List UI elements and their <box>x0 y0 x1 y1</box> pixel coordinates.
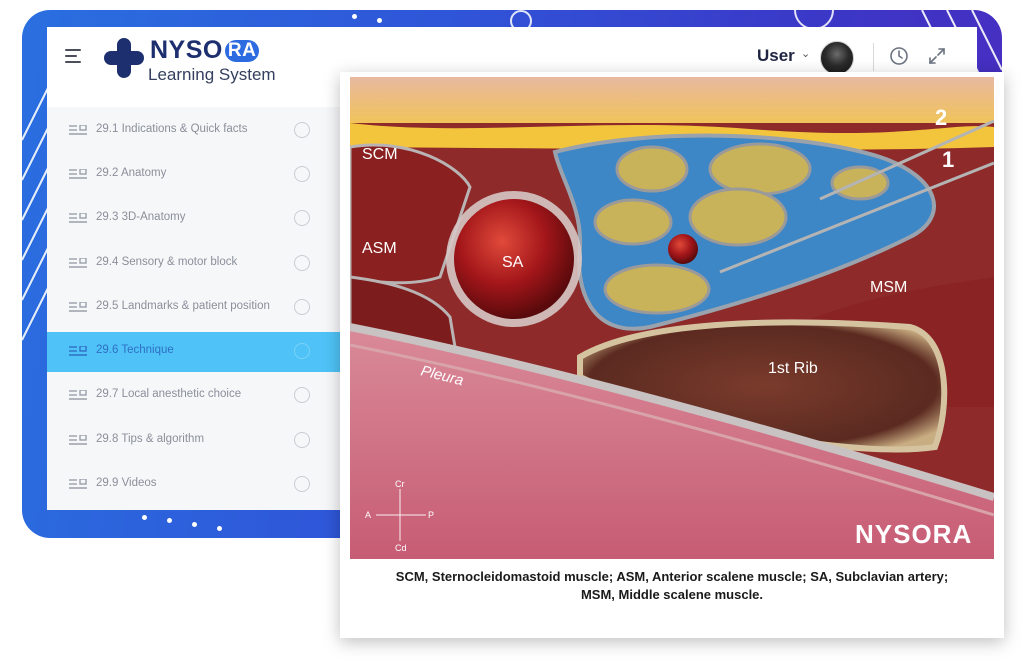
decorative-dot <box>352 14 357 19</box>
decorative-dot <box>377 18 382 23</box>
sidebar-item-label: 29.8 Tips & algorithm <box>96 433 205 445</box>
sidebar-item-label: 29.3 3D-Anatomy <box>96 211 186 223</box>
clock-icon[interactable] <box>889 46 909 66</box>
completion-radio[interactable] <box>294 255 310 271</box>
completion-radio[interactable] <box>294 210 310 226</box>
brand-name: NYSO RA <box>150 36 260 65</box>
sidebar-item-label: 29.1 Indications & Quick facts <box>96 123 248 135</box>
sidebar-item-label: 29.4 Sensory & motor block <box>96 256 238 268</box>
lesson-list-icon <box>69 346 87 356</box>
sidebar-item-label: 29.5 Landmarks & patient position <box>96 300 270 312</box>
label-needle-2: 2 <box>935 105 947 130</box>
chapter-sidebar: 29.1 Indications & Quick facts 29.2 Anat… <box>47 107 340 510</box>
completion-radio[interactable] <box>294 343 310 359</box>
label-rib: 1st Rib <box>768 360 818 377</box>
decorative-dot <box>217 526 222 531</box>
decorative-dot <box>142 515 147 520</box>
sidebar-item-label: 29.2 Anatomy <box>96 167 167 179</box>
lesson-list-icon <box>69 479 87 489</box>
sidebar-item-technique[interactable]: 29.6 Technique <box>47 332 340 372</box>
lesson-list-icon <box>69 125 87 135</box>
sidebar-item-3d-anatomy[interactable]: 29.3 3D-Anatomy <box>47 199 340 239</box>
caption-line-2: MSM, Middle scalene muscle. <box>580 587 764 602</box>
sidebar-item-label: 29.6 Technique <box>96 344 174 356</box>
sidebar-item-local-anesthetic[interactable]: 29.7 Local anesthetic choice <box>47 376 340 416</box>
completion-radio[interactable] <box>294 387 310 403</box>
brand-name-prefix: NYSO <box>150 36 223 64</box>
lesson-list-icon <box>69 258 87 268</box>
completion-radio[interactable] <box>294 299 310 315</box>
completion-radio[interactable] <box>294 476 310 492</box>
orientation-p: P <box>428 510 434 520</box>
completion-radio[interactable] <box>294 122 310 138</box>
figure-caption: SCM, Sternocleidomastoid muscle; ASM, An… <box>350 568 994 604</box>
sidebar-item-label: 29.7 Local anesthetic choice <box>96 388 242 400</box>
expand-icon[interactable] <box>927 46 947 66</box>
nysora-watermark: NYSORA <box>855 519 972 549</box>
lesson-list-icon <box>69 435 87 445</box>
user-menu-label[interactable]: User <box>757 46 795 66</box>
sidebar-item-tips[interactable]: 29.8 Tips & algorithm <box>47 421 340 461</box>
menu-icon[interactable] <box>65 49 85 69</box>
label-sa: SA <box>502 254 524 271</box>
label-scm: SCM <box>362 146 398 163</box>
logo-cross-icon <box>104 38 144 78</box>
sidebar-item-label: 29.9 Videos <box>96 477 157 489</box>
brand-name-suffix: RA <box>224 40 260 62</box>
orientation-a: A <box>365 510 371 520</box>
label-needle-1: 1 <box>942 147 954 172</box>
sidebar-item-landmarks[interactable]: 29.5 Landmarks & patient position <box>47 288 340 328</box>
lesson-list-icon <box>69 302 87 312</box>
sidebar-item-sensory-motor[interactable]: 29.4 Sensory & motor block <box>47 244 340 284</box>
decorative-dot <box>167 518 172 523</box>
anatomy-drawing: SCM ASM SA MSM Pleura 1st Rib 1 2 Cr Cd … <box>350 77 994 559</box>
orientation-cd: Cd <box>395 543 407 553</box>
orientation-cr: Cr <box>395 479 405 489</box>
figure-card: SCM ASM SA MSM Pleura 1st Rib 1 2 Cr Cd … <box>340 72 1004 638</box>
sidebar-item-videos[interactable]: 29.9 Videos <box>47 465 340 505</box>
chevron-down-icon[interactable]: ⌄ <box>801 47 810 60</box>
brand-logo[interactable]: NYSO RA Learning System <box>102 35 282 85</box>
anatomy-illustration[interactable]: SCM ASM SA MSM Pleura 1st Rib 1 2 Cr Cd … <box>350 77 994 559</box>
completion-radio[interactable] <box>294 432 310 448</box>
lesson-list-icon <box>69 213 87 223</box>
header-divider <box>873 43 874 71</box>
label-asm: ASM <box>362 240 397 257</box>
sidebar-item-anatomy[interactable]: 29.2 Anatomy <box>47 155 340 195</box>
label-msm: MSM <box>870 279 907 296</box>
completion-radio[interactable] <box>294 166 310 182</box>
lesson-list-icon <box>69 390 87 400</box>
caption-line-1: SCM, Sternocleidomastoid muscle; ASM, An… <box>395 569 949 584</box>
user-avatar[interactable] <box>820 41 854 75</box>
brand-subtitle: Learning System <box>148 65 276 84</box>
lesson-list-icon <box>69 169 87 179</box>
sidebar-item-indications[interactable]: 29.1 Indications & Quick facts <box>47 111 340 151</box>
decorative-dot <box>192 522 197 527</box>
